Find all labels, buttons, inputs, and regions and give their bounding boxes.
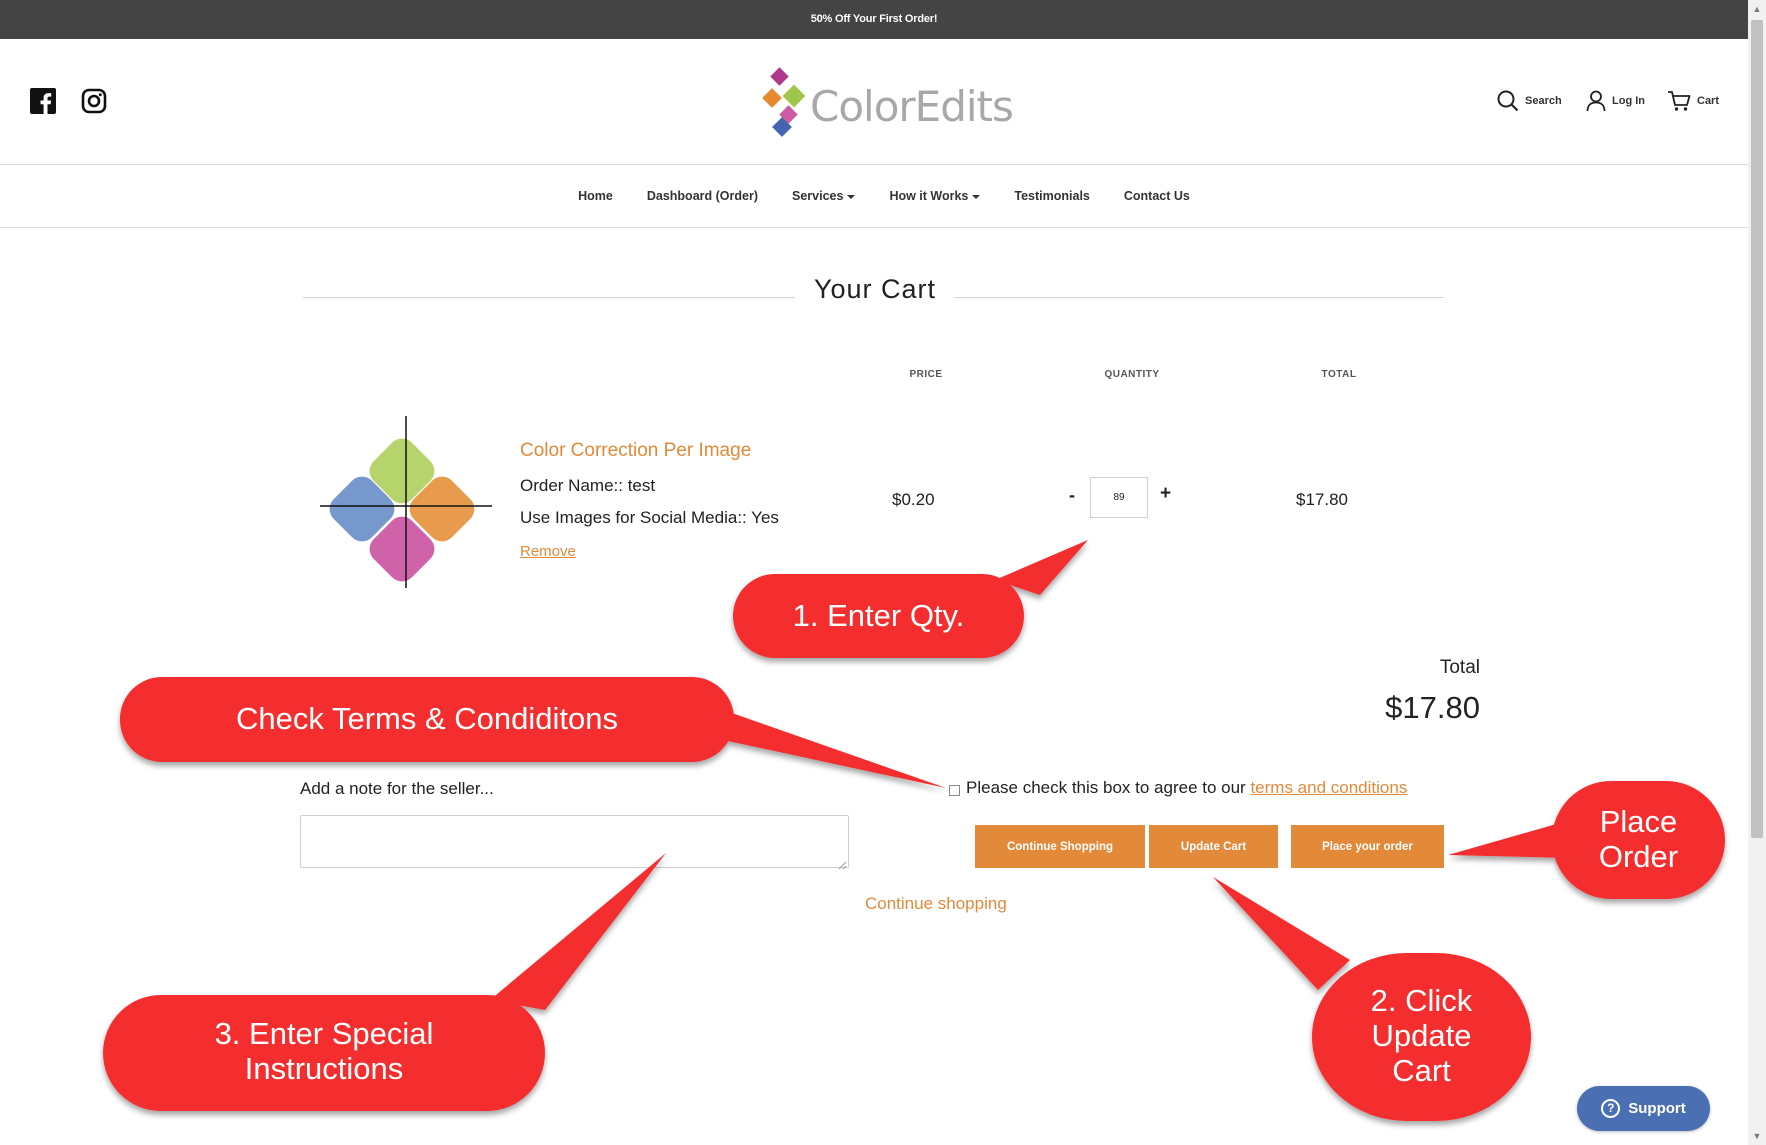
- callout-update-line3: Cart: [1392, 1053, 1451, 1088]
- callout-place-line2: Order: [1598, 839, 1679, 874]
- callout-update-line1: 2. Click: [1370, 983, 1473, 1018]
- chevron-down-icon: [847, 194, 856, 199]
- terms-checkbox[interactable]: [949, 785, 960, 796]
- continue-shopping-button[interactable]: Continue Shopping: [975, 825, 1145, 868]
- logo-wordmark: ColorEdits: [810, 82, 1014, 131]
- nav-dashboard[interactable]: Dashboard (Order): [647, 189, 758, 203]
- instagram-icon[interactable]: [81, 88, 107, 114]
- user-icon: [1586, 90, 1606, 112]
- nav-testimonials[interactable]: Testimonials: [1014, 189, 1089, 203]
- quantity-increase-button[interactable]: +: [1160, 483, 1171, 505]
- scroll-up-arrow[interactable]: ▲: [1748, 0, 1766, 18]
- callout-check-terms-text: Check Terms & Condiditons: [236, 701, 618, 736]
- login-link[interactable]: Log In: [1586, 88, 1645, 114]
- main-nav: Home Dashboard (Order) Services How it W…: [0, 165, 1748, 227]
- callout-update-cart-text: 2. Click Update Cart: [1312, 983, 1531, 1088]
- scroll-down-arrow[interactable]: ▼: [1748, 1127, 1766, 1145]
- support-button[interactable]: ? Support: [1577, 1086, 1710, 1131]
- nav-how-it-works[interactable]: How it Works: [889, 189, 981, 203]
- terms-link[interactable]: terms and conditions: [1250, 778, 1407, 797]
- remove-item-link[interactable]: Remove: [520, 543, 576, 560]
- total-column-header: TOTAL: [1321, 369, 1357, 380]
- nav-divider: [0, 227, 1748, 228]
- continue-shopping-link[interactable]: Continue shopping: [865, 894, 1007, 914]
- callout-special-instructions-text: 3. Enter Special Instructions: [103, 1016, 545, 1086]
- cart-icon: [1668, 91, 1691, 111]
- place-order-button[interactable]: Place your order: [1291, 825, 1444, 868]
- page-title: Your Cart: [813, 274, 937, 304]
- cart-link[interactable]: Cart: [1667, 88, 1719, 114]
- product-name-link[interactable]: Color Correction Per Image: [520, 440, 751, 462]
- callout-place-line1: Place: [1599, 804, 1678, 839]
- announcement-bar: 50% Off Your First Order!: [0, 0, 1748, 39]
- callout-special-line1: 3. Enter Special: [214, 1016, 434, 1051]
- terms-prefix: Please check this box to agree to our: [966, 778, 1251, 797]
- seller-note-textarea[interactable]: [300, 815, 849, 868]
- quantity-column-header: QUANTITY: [1104, 369, 1160, 380]
- item-line-total: $17.80: [1296, 490, 1348, 509]
- quantity-input[interactable]: [1090, 477, 1148, 518]
- total-label: Total: [1439, 657, 1480, 678]
- callout-special-line2: Instructions: [244, 1051, 404, 1086]
- login-label: Log In: [1612, 95, 1645, 107]
- nav-contact-us[interactable]: Contact Us: [1124, 189, 1190, 203]
- search-icon: [1497, 90, 1519, 112]
- cart-label: Cart: [1697, 95, 1720, 107]
- search-link[interactable]: Search: [1497, 88, 1562, 114]
- nav-home[interactable]: Home: [578, 189, 613, 203]
- quantity-decrease-button[interactable]: -: [1069, 485, 1075, 506]
- product-thumbnail[interactable]: [316, 412, 496, 592]
- terms-statement: Please check this box to agree to our te…: [966, 778, 1407, 798]
- scrollbar-thumb[interactable]: [1751, 20, 1763, 838]
- price-column-header: PRICE: [909, 369, 943, 380]
- resize-grip-icon[interactable]: [838, 857, 847, 870]
- chevron-down-icon: [972, 194, 981, 199]
- callout-place-order-text: Place Order: [1552, 804, 1725, 874]
- nav-services[interactable]: Services: [792, 189, 856, 203]
- seller-note-label: Add a note for the seller...: [300, 779, 494, 798]
- facebook-icon[interactable]: [30, 88, 56, 114]
- announcement-text: 50% Off Your First Order!: [810, 13, 938, 25]
- total-value: $17.80: [1385, 690, 1480, 725]
- help-icon: ?: [1601, 1099, 1621, 1118]
- order-name-property: Order Name:: test: [520, 476, 656, 495]
- callout-update-line2: Update: [1371, 1018, 1472, 1053]
- social-media-property: Use Images for Social Media:: Yes: [520, 508, 779, 527]
- callout-enter-qty-text: 1. Enter Qty.: [792, 598, 965, 633]
- update-cart-button[interactable]: Update Cart: [1149, 825, 1278, 868]
- support-label: Support: [1628, 1100, 1686, 1117]
- item-price: $0.20: [892, 490, 935, 509]
- search-label: Search: [1525, 95, 1562, 107]
